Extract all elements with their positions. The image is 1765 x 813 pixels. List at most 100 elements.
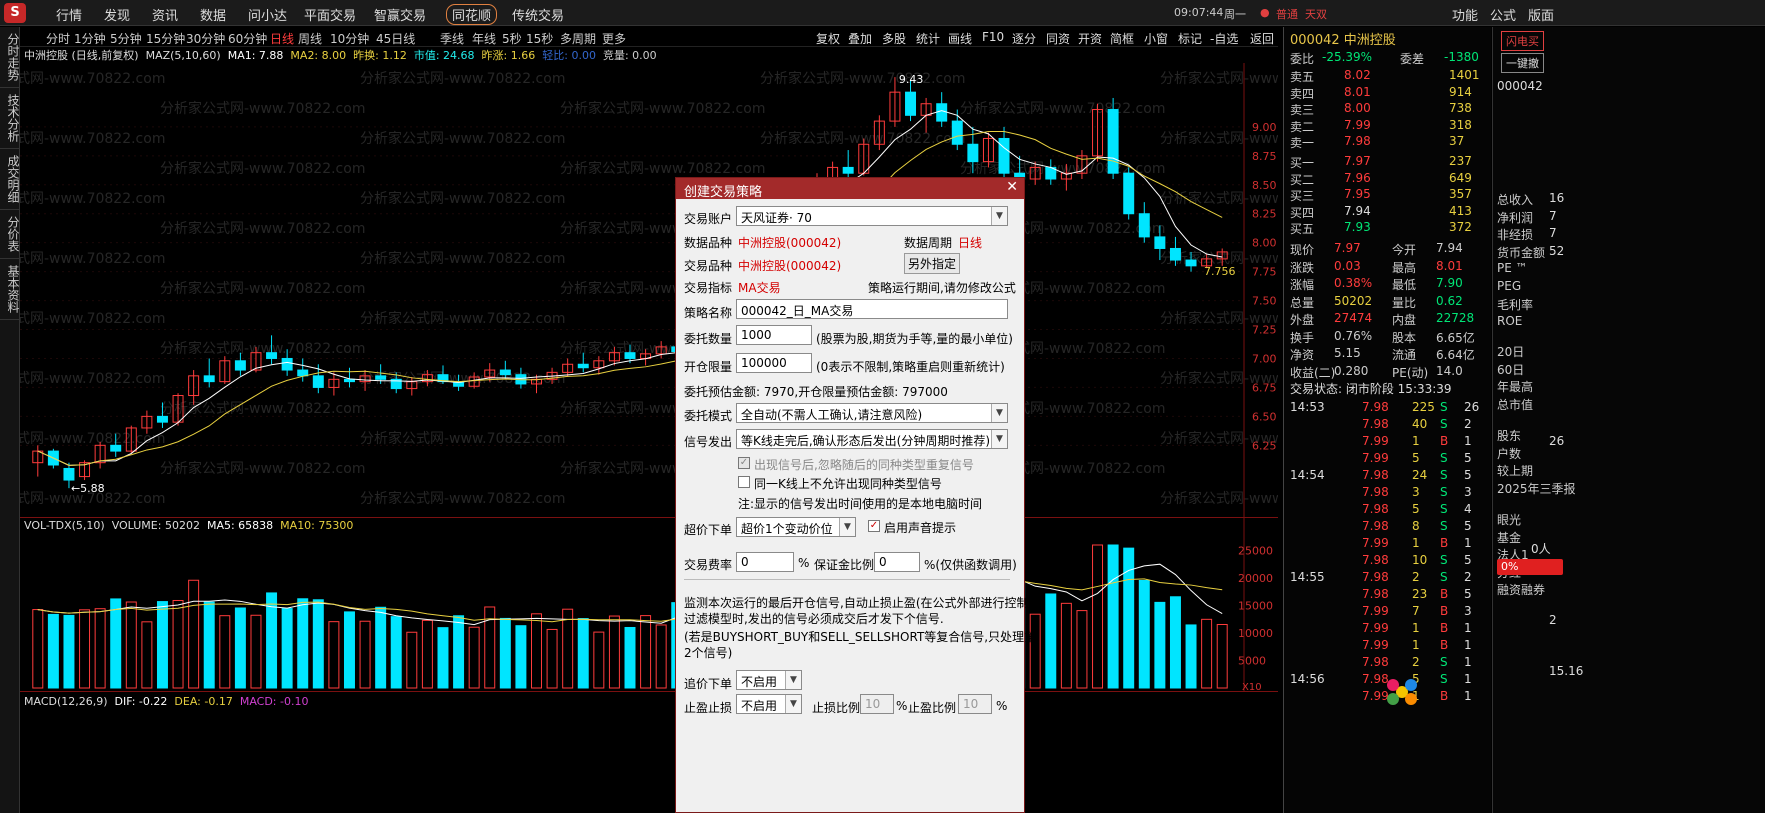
- toolbar-0[interactable]: 复权: [816, 30, 840, 47]
- toolbar-4[interactable]: 画线: [948, 30, 972, 47]
- one-key-cancel-button[interactable]: 一键撤: [1501, 53, 1544, 73]
- period-0[interactable]: 分时: [46, 30, 70, 47]
- volume-bar: [593, 631, 605, 689]
- status-row: 交易状态: 闭市阶段 15:33:39: [1284, 379, 1492, 396]
- candle-body: [499, 369, 511, 376]
- toolbar-3[interactable]: 统计: [916, 30, 940, 47]
- flash-buy-button[interactable]: 闪电买: [1501, 31, 1544, 51]
- tick-row-cell-1: 7.98: [1362, 417, 1389, 431]
- tick-row-cell-2: 2: [1412, 570, 1420, 584]
- chevron-down-icon[interactable]: ▼: [785, 671, 801, 689]
- period-5[interactable]: 60分钟: [228, 30, 267, 47]
- account-select[interactable]: 天风证券· 70 ▼: [736, 206, 1008, 226]
- strategy-name-input[interactable]: 000042_日_MA交易: [736, 299, 1008, 319]
- user-name[interactable]: 天双: [1305, 6, 1327, 22]
- period-1[interactable]: 1分钟: [74, 30, 106, 47]
- tick-row-cell-2: 24: [1412, 468, 1428, 482]
- price-chart[interactable]: 分析家公式网-www.70822.com 分析家公式网-www.70822.com…: [20, 63, 1278, 517]
- side-tab-3[interactable]: 分价表: [0, 210, 20, 259]
- period-6[interactable]: 日线: [270, 30, 294, 47]
- menu-item-7[interactable]: 同花顺: [446, 4, 498, 25]
- candle-body: [234, 360, 246, 371]
- tick-row-cell-4: 5: [1464, 519, 1472, 533]
- period-10[interactable]: 季线: [440, 30, 464, 47]
- app-logo[interactable]: S: [4, 3, 26, 23]
- period-9[interactable]: 45日线: [376, 30, 415, 47]
- stat-row-cell-0: 换手: [1290, 330, 1315, 345]
- ask-row-cell-0: 卖四: [1290, 86, 1315, 101]
- sl-input[interactable]: 10: [860, 694, 894, 714]
- chevron-down-icon[interactable]: ▼: [785, 695, 801, 713]
- period-13[interactable]: 15秒: [526, 30, 553, 47]
- period-14[interactable]: 多周期: [560, 30, 596, 47]
- candle-body: [951, 120, 963, 145]
- side-tab-1[interactable]: 技术分析: [0, 88, 20, 149]
- tp-input[interactable]: 10: [958, 694, 992, 714]
- toolbar-13[interactable]: 返回: [1250, 30, 1274, 47]
- side-tab-4[interactable]: 基本资料: [0, 259, 20, 320]
- clock: 09:07:44: [1174, 6, 1224, 19]
- chevron-down-icon[interactable]: ▼: [839, 518, 855, 536]
- chevron-down-icon[interactable]: ▼: [991, 207, 1007, 225]
- toolbar-12[interactable]: -自选: [1210, 30, 1238, 47]
- volume-chart[interactable]: 25000 20000 15000 10000 5000 X10: [20, 517, 1278, 691]
- chevron-down-icon[interactable]: ▼: [991, 430, 1007, 448]
- over-select[interactable]: 超价1个变动价位 ▼: [736, 517, 856, 537]
- toolbar-5[interactable]: F10: [982, 30, 1004, 44]
- ignore-repeat-checkbox[interactable]: ✓: [738, 457, 750, 469]
- stat-row: 涨跌 0.03 最高 8.01: [1284, 258, 1492, 275]
- fee-input[interactable]: 0: [736, 552, 794, 572]
- bid-row-cell-2: 649: [1449, 170, 1472, 185]
- watermark-text: 分析家公式网-www.70822.com: [360, 430, 565, 447]
- toolbar-7[interactable]: 同资: [1046, 30, 1070, 47]
- toolbar-6[interactable]: 逐分: [1012, 30, 1036, 47]
- qty-input[interactable]: 1000: [736, 325, 812, 345]
- period-11[interactable]: 年线: [472, 30, 496, 47]
- toolbar-2[interactable]: 多股: [882, 30, 906, 47]
- menu-item-4[interactable]: 问小达: [248, 5, 287, 24]
- limit-input[interactable]: 100000: [736, 353, 812, 373]
- period-4[interactable]: 30分钟: [186, 30, 225, 47]
- period-2[interactable]: 5分钟: [110, 30, 142, 47]
- period-7[interactable]: 周线: [298, 30, 322, 47]
- top-right-menu-2[interactable]: 版面: [1528, 5, 1554, 24]
- menu-item-2[interactable]: 资讯: [152, 5, 178, 24]
- side-tab-0[interactable]: 分时走势: [0, 27, 20, 88]
- same-kline-checkbox[interactable]: [738, 476, 750, 488]
- signal-select[interactable]: 等K线走完后,确认形态后发出(分钟周期时推荐) ▼: [736, 429, 1008, 449]
- bid-row-cell-1: 7.97: [1344, 154, 1371, 168]
- mode-select[interactable]: 全自动(不需人工确认,请注意风险) ▼: [736, 403, 1008, 423]
- toolbar-1[interactable]: 叠加: [848, 30, 872, 47]
- pct-badge: 0%: [1497, 559, 1563, 575]
- bid-row-cell-1: 7.95: [1344, 187, 1371, 201]
- volume-bar: [312, 599, 324, 689]
- menu-item-8[interactable]: 传统交易: [512, 5, 564, 24]
- toolbar-8[interactable]: 开资: [1078, 30, 1102, 47]
- menu-item-0[interactable]: 行情: [56, 5, 82, 24]
- close-icon[interactable]: ✕: [1006, 179, 1018, 195]
- top-right-menu-0[interactable]: 功能: [1452, 5, 1478, 24]
- period-8[interactable]: 10分钟: [330, 30, 369, 47]
- period-12[interactable]: 5秒: [502, 30, 522, 47]
- period-3[interactable]: 15分钟: [146, 30, 185, 47]
- sound-checkbox[interactable]: ✓: [868, 520, 880, 532]
- other-specify-button[interactable]: 另外指定: [904, 253, 961, 274]
- top-right-menu-1[interactable]: 公式: [1490, 5, 1516, 24]
- menu-item-3[interactable]: 数据: [200, 5, 226, 24]
- toolbar-11[interactable]: 标记: [1178, 30, 1202, 47]
- side-tab-2[interactable]: 成交明细: [0, 149, 20, 210]
- stat-row-cell-3: 0.62: [1436, 293, 1463, 308]
- margin-input[interactable]: 0: [874, 552, 920, 572]
- toolbar-9[interactable]: 简框: [1110, 30, 1134, 47]
- far-label-6: 毛利率: [1497, 298, 1534, 312]
- chase-select[interactable]: 不启用 ▼: [736, 670, 802, 690]
- menu-item-1[interactable]: 发现: [104, 5, 130, 24]
- user-icon[interactable]: ●: [1260, 6, 1270, 19]
- chevron-down-icon[interactable]: ▼: [991, 404, 1007, 422]
- period-15[interactable]: 更多: [602, 30, 626, 47]
- menu-item-5[interactable]: 平面交易: [304, 5, 356, 24]
- stop-select[interactable]: 不启用 ▼: [736, 694, 802, 714]
- ask-row-cell-0: 卖一: [1290, 136, 1315, 150]
- menu-item-6[interactable]: 智赢交易: [374, 5, 426, 24]
- toolbar-10[interactable]: 小窗: [1144, 30, 1168, 47]
